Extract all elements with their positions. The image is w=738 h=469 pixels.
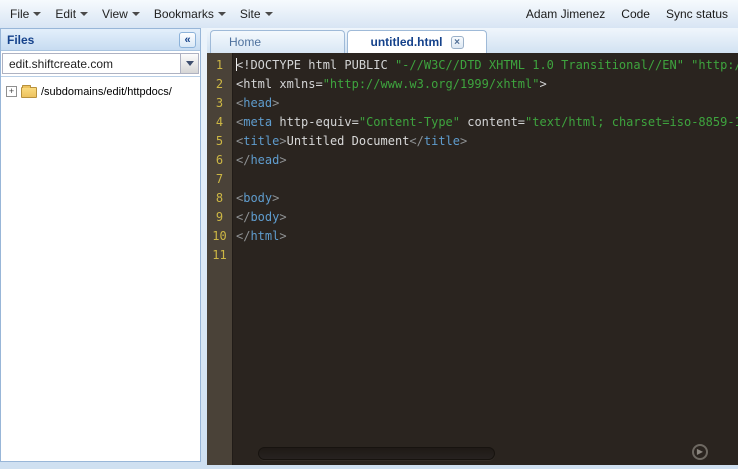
menu-view-label: View (102, 7, 128, 21)
code-line[interactable]: <body> (236, 189, 738, 208)
code-editor[interactable]: 1 2 3 4 5 6 7 8 9 10 11 <!DOCTYPE html PUBLIC "-//… (207, 53, 738, 465)
tree-item-httpdocs[interactable]: + /subdomains/edit/httpdocs/ (6, 85, 200, 98)
code-line[interactable]: </head> (236, 151, 738, 170)
line-number: 10 (212, 229, 227, 243)
tab-home-label: Home (229, 35, 262, 49)
site-selector-value: edit.shiftcreate.com (9, 57, 114, 71)
line-number: 2 (215, 77, 224, 91)
dropdown-arrow-icon[interactable] (180, 54, 198, 73)
expand-icon[interactable]: + (6, 86, 17, 97)
files-panel: Files « edit.shiftcreate.com + /subdomai… (0, 28, 201, 462)
menu-view[interactable]: View (102, 7, 140, 21)
menu-edit[interactable]: Edit (55, 7, 89, 21)
close-tab-icon[interactable]: × (450, 35, 464, 49)
code-line[interactable] (236, 246, 738, 265)
scroll-right-icon[interactable]: ▶ (692, 444, 708, 460)
line-number: 4 (215, 115, 224, 129)
menu-edit-label: Edit (55, 7, 77, 21)
chevron-down-icon (33, 12, 42, 16)
line-number: 8 (215, 191, 224, 205)
site-selector[interactable]: edit.shiftcreate.com (2, 53, 199, 74)
line-number: 9 (215, 210, 224, 224)
menu-bookmarks-label: Bookmarks (153, 7, 214, 21)
tree-item-label: /subdomains/edit/httpdocs/ (41, 85, 172, 98)
line-number: 3 (215, 96, 224, 110)
menu-site-label: Site (239, 7, 261, 21)
line-number: 7 (215, 172, 224, 186)
editor-column: Home untitled.html × 1 2 3 4 5 6 7 8 9 10 11 <!DOC… (207, 28, 738, 469)
code-link[interactable]: Code (621, 7, 650, 21)
code-line[interactable] (236, 170, 738, 189)
user-name[interactable]: Adam Jimenez (526, 7, 605, 21)
code-line[interactable]: <title>Untitled Document</title> (236, 132, 738, 151)
code-line[interactable]: <meta http-equiv="Content-Type" content=… (236, 113, 738, 132)
line-number: 1 (215, 58, 224, 72)
sync-status-link[interactable]: Sync status (666, 7, 728, 21)
menu-bookmarks[interactable]: Bookmarks (154, 7, 226, 21)
folder-icon (21, 85, 37, 98)
files-panel-header: Files « (1, 29, 200, 51)
code-line[interactable]: <!DOCTYPE html PUBLIC "-//W3C//DTD XHTML… (236, 56, 738, 75)
tab-home[interactable]: Home (210, 30, 345, 53)
menu-file-label: File (10, 7, 30, 21)
collapse-panel-icon[interactable]: « (179, 31, 196, 48)
chevron-down-icon (217, 12, 226, 16)
line-number: 11 (212, 248, 227, 262)
code-line[interactable]: <head> (236, 94, 738, 113)
code-area[interactable]: <!DOCTYPE html PUBLIC "-//W3C//DTD XHTML… (233, 53, 738, 465)
tab-untitled-label: untitled.html (370, 35, 443, 49)
line-numbers: 1 2 3 4 5 6 7 8 9 10 11 (207, 53, 233, 465)
code-line[interactable]: </body> (236, 208, 738, 227)
line-number: 5 (215, 134, 224, 148)
files-panel-title: Files (7, 32, 35, 47)
code-line[interactable]: <html xmlns="http://www.w3.org/1999/xhtm… (236, 75, 738, 94)
menu-site[interactable]: Site (240, 7, 273, 21)
app-window: File Edit View Bookmarks Site Adam Jimen… (0, 0, 738, 469)
chevron-down-icon (264, 12, 273, 16)
file-tree: + /subdomains/edit/httpdocs/ (1, 76, 200, 461)
code-line[interactable]: </html> (236, 227, 738, 246)
horizontal-scrollbar[interactable] (258, 447, 495, 460)
menu-file[interactable]: File (10, 7, 42, 21)
chevron-down-icon (80, 12, 89, 16)
menu-bar: File Edit View Bookmarks Site Adam Jimen… (0, 0, 738, 28)
line-number: 6 (215, 153, 224, 167)
chevron-down-icon (131, 12, 140, 16)
tab-bar: Home untitled.html × (207, 28, 738, 53)
tab-untitled-html[interactable]: untitled.html × (347, 30, 487, 53)
